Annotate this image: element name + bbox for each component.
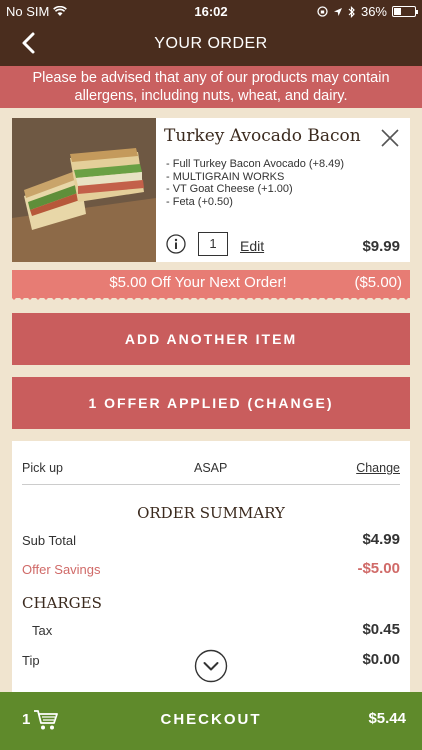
item-modifiers: - Full Turkey Bacon Avocado (+8.49) - MU… xyxy=(166,158,344,208)
tip-label: Tip xyxy=(22,653,40,668)
battery-icon xyxy=(392,6,418,17)
order-summary-card: Pick up ASAP Change ORDER SUMMARY Sub To… xyxy=(12,441,410,693)
pickup-label: Pick up xyxy=(22,461,63,475)
nav-bar: YOUR ORDER xyxy=(0,22,422,66)
bluetooth-icon xyxy=(348,5,355,18)
allergen-notice: Please be advised that any of our produc… xyxy=(0,66,422,108)
order-item-card: Turkey Avocado Bacon - Full Turkey Bacon… xyxy=(12,118,410,262)
item-image xyxy=(12,118,156,262)
modifier-item: - Full Turkey Bacon Avocado (+8.49) xyxy=(166,158,345,170)
pickup-time: ASAP xyxy=(194,461,228,475)
charges-title: CHARGES xyxy=(22,594,102,612)
change-pickup-link[interactable]: Change xyxy=(356,461,400,475)
offer-label: $5.00 Off Your Next Order! xyxy=(109,274,287,291)
info-icon[interactable] xyxy=(166,234,186,254)
quantity-field[interactable]: 1 xyxy=(198,232,228,256)
status-bar: No SIM 16:02 36% xyxy=(0,0,422,22)
tip-value: $0.00 xyxy=(362,651,400,668)
close-icon[interactable] xyxy=(380,128,400,148)
subtotal-value: $4.99 xyxy=(362,531,400,548)
savings-value: -$5.00 xyxy=(357,560,400,577)
orientation-lock-icon xyxy=(317,6,328,17)
divider xyxy=(22,484,400,485)
edit-item-link[interactable]: Edit xyxy=(240,238,264,254)
status-right: 36% xyxy=(317,4,418,19)
offer-applied-button[interactable]: 1 OFFER APPLIED (CHANGE) xyxy=(12,377,410,429)
battery-percent: 36% xyxy=(360,4,387,19)
location-icon xyxy=(333,7,342,16)
page-title: YOUR ORDER xyxy=(154,35,268,52)
order-summary-title: ORDER SUMMARY xyxy=(137,504,285,522)
savings-label: Offer Savings xyxy=(22,562,101,577)
item-name: Turkey Avocado Bacon xyxy=(164,126,361,146)
modifier-item: - MULTIGRAIN WORKS xyxy=(166,170,285,183)
tax-value: $0.45 xyxy=(362,621,400,638)
offer-amount: ($5.00) xyxy=(354,274,402,291)
checkout-bar[interactable]: 1 CHECKOUT $5.44 xyxy=(0,692,422,750)
item-price: $9.99 xyxy=(362,238,400,255)
modifier-item: - Feta (+0.50) xyxy=(166,195,233,208)
sandwich-icon xyxy=(12,118,156,262)
modifier-item: - VT Goat Cheese (+1.00) xyxy=(166,183,293,195)
offer-zigzag-edge xyxy=(12,294,410,300)
subtotal-label: Sub Total xyxy=(22,533,76,548)
tax-label: Tax xyxy=(32,623,53,638)
order-total: $5.44 xyxy=(368,710,406,727)
checkout-button[interactable]: CHECKOUT xyxy=(0,711,422,728)
battery-fill xyxy=(394,8,402,15)
chevron-down-icon[interactable] xyxy=(194,649,228,683)
add-another-item-button[interactable]: ADD ANOTHER ITEM xyxy=(12,313,410,365)
